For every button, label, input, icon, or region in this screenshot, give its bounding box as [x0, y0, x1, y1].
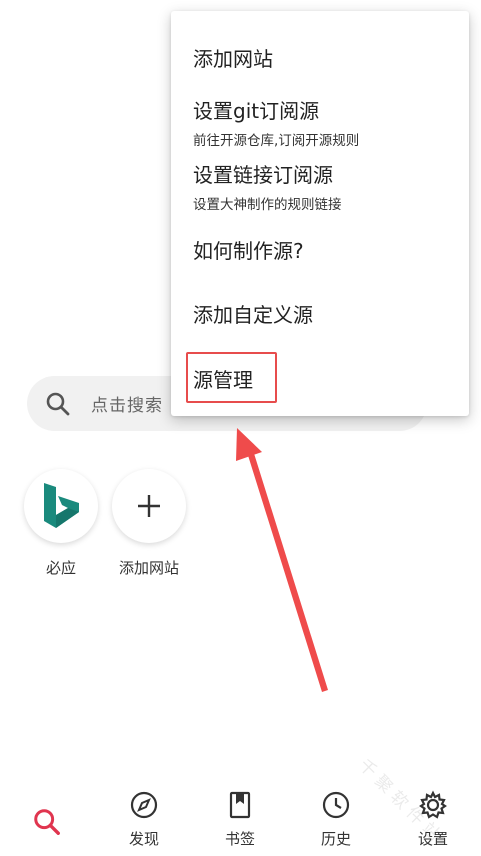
nav-label: 书签 — [224, 830, 255, 848]
bookmark-icon — [225, 790, 255, 820]
clock-icon — [321, 790, 351, 820]
nav-item-search[interactable] — [12, 790, 82, 837]
compass-icon — [129, 790, 159, 820]
search-icon — [32, 807, 62, 837]
annotation-arrow-icon — [236, 428, 328, 692]
nav-item-discover[interactable]: 发现 — [109, 790, 179, 849]
nav-label: 历史 — [320, 830, 351, 848]
nav-item-bookmarks[interactable]: 书签 — [205, 790, 275, 849]
nav-label: 发现 — [128, 830, 159, 848]
nav-item-history[interactable]: 历史 — [301, 790, 371, 849]
